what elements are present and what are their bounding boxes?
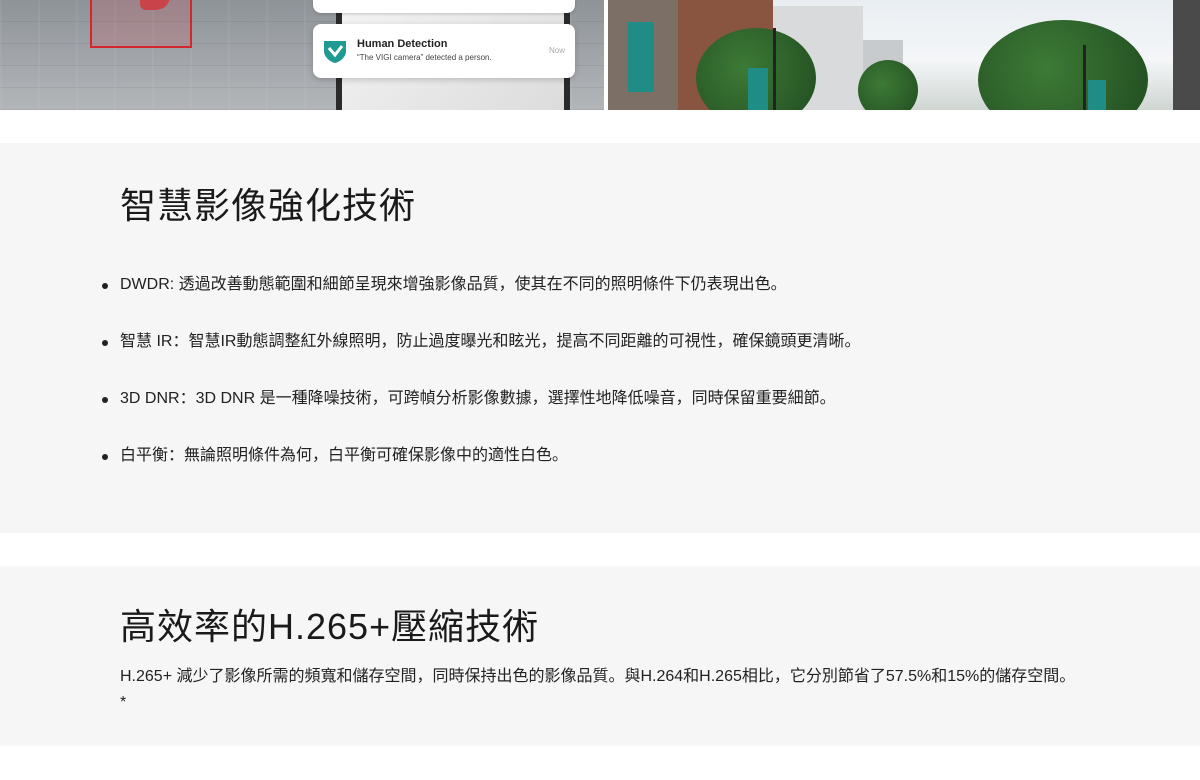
section-description: H.265+ 減少了影像所需的頻寬和儲存空間，同時保持出色的影像品質。與H.26… <box>120 668 1076 711</box>
feature-dwdr: DWDR: 透過改善動態範圍和細節呈現來增強影像品質，使其在不同的照明條件下仍表… <box>120 276 787 293</box>
hero-street-image <box>608 0 1200 110</box>
vigi-shield-icon <box>324 41 346 63</box>
notification-title: Human Detection <box>357 38 448 50</box>
building <box>1173 0 1200 110</box>
feature-list: DWDR: 透過改善動態範圍和細節呈現來增強影像品質，使其在不同的照明條件下仍表… <box>102 273 860 501</box>
street-banner <box>1088 80 1106 110</box>
h265-compression-section: 高效率的H.265+壓縮技術 H.265+ 減少了影像所需的頻寬和儲存空間，同時… <box>0 566 1200 746</box>
bullet-icon <box>102 340 108 346</box>
human-detection-notification: Human Detection “The VIGI camera” detect… <box>313 24 575 78</box>
street-banner <box>748 68 768 110</box>
tree <box>858 60 918 110</box>
feature-3d-dnr: 3D DNR：3D DNR 是一種降噪技術，可跨幀分析影像數據，選擇性地降低噪音… <box>120 390 836 407</box>
tree <box>978 20 1148 110</box>
section-title: 高效率的H.265+壓縮技術 <box>120 606 540 647</box>
street-banner <box>628 22 654 92</box>
bullet-icon <box>102 283 108 289</box>
notification-body: “The VIGI camera” detected a person. <box>357 53 492 62</box>
bullet-icon <box>102 454 108 460</box>
street-lamp <box>773 28 776 110</box>
previous-notification-card <box>313 0 575 13</box>
list-item: DWDR: 透過改善動態範圍和細節呈現來增強影像品質，使其在不同的照明條件下仍表… <box>102 273 860 330</box>
list-item: 智慧 IR：智慧IR動態調整紅外線照明，防止過度曝光和眩光，提高不同距離的可視性… <box>102 330 860 387</box>
bullet-icon <box>102 397 108 403</box>
feature-white-balance: 白平衡：無論照明條件為何，白平衡可確保影像中的適性白色。 <box>120 447 569 464</box>
smart-image-enhancement-section: 智慧影像強化技術 DWDR: 透過改善動態範圍和細節呈現來增強影像品質，使其在不… <box>0 143 1200 533</box>
list-item: 白平衡：無論照明條件為何，白平衡可確保影像中的適性白色。 <box>102 444 860 501</box>
section-title: 智慧影像強化技術 <box>120 185 417 226</box>
street-lamp <box>1083 45 1086 110</box>
hero-banner: Human Detection “The VIGI camera” detect… <box>0 0 1200 110</box>
notification-time: Now <box>548 46 565 55</box>
list-item: 3D DNR：3D DNR 是一種降噪技術，可跨幀分析影像數據，選擇性地降低噪音… <box>102 387 860 444</box>
feature-smart-ir: 智慧 IR：智慧IR動態調整紅外線照明，防止過度曝光和眩光，提高不同距離的可視性… <box>120 333 861 350</box>
hero-detection-image: Human Detection “The VIGI camera” detect… <box>0 0 604 110</box>
